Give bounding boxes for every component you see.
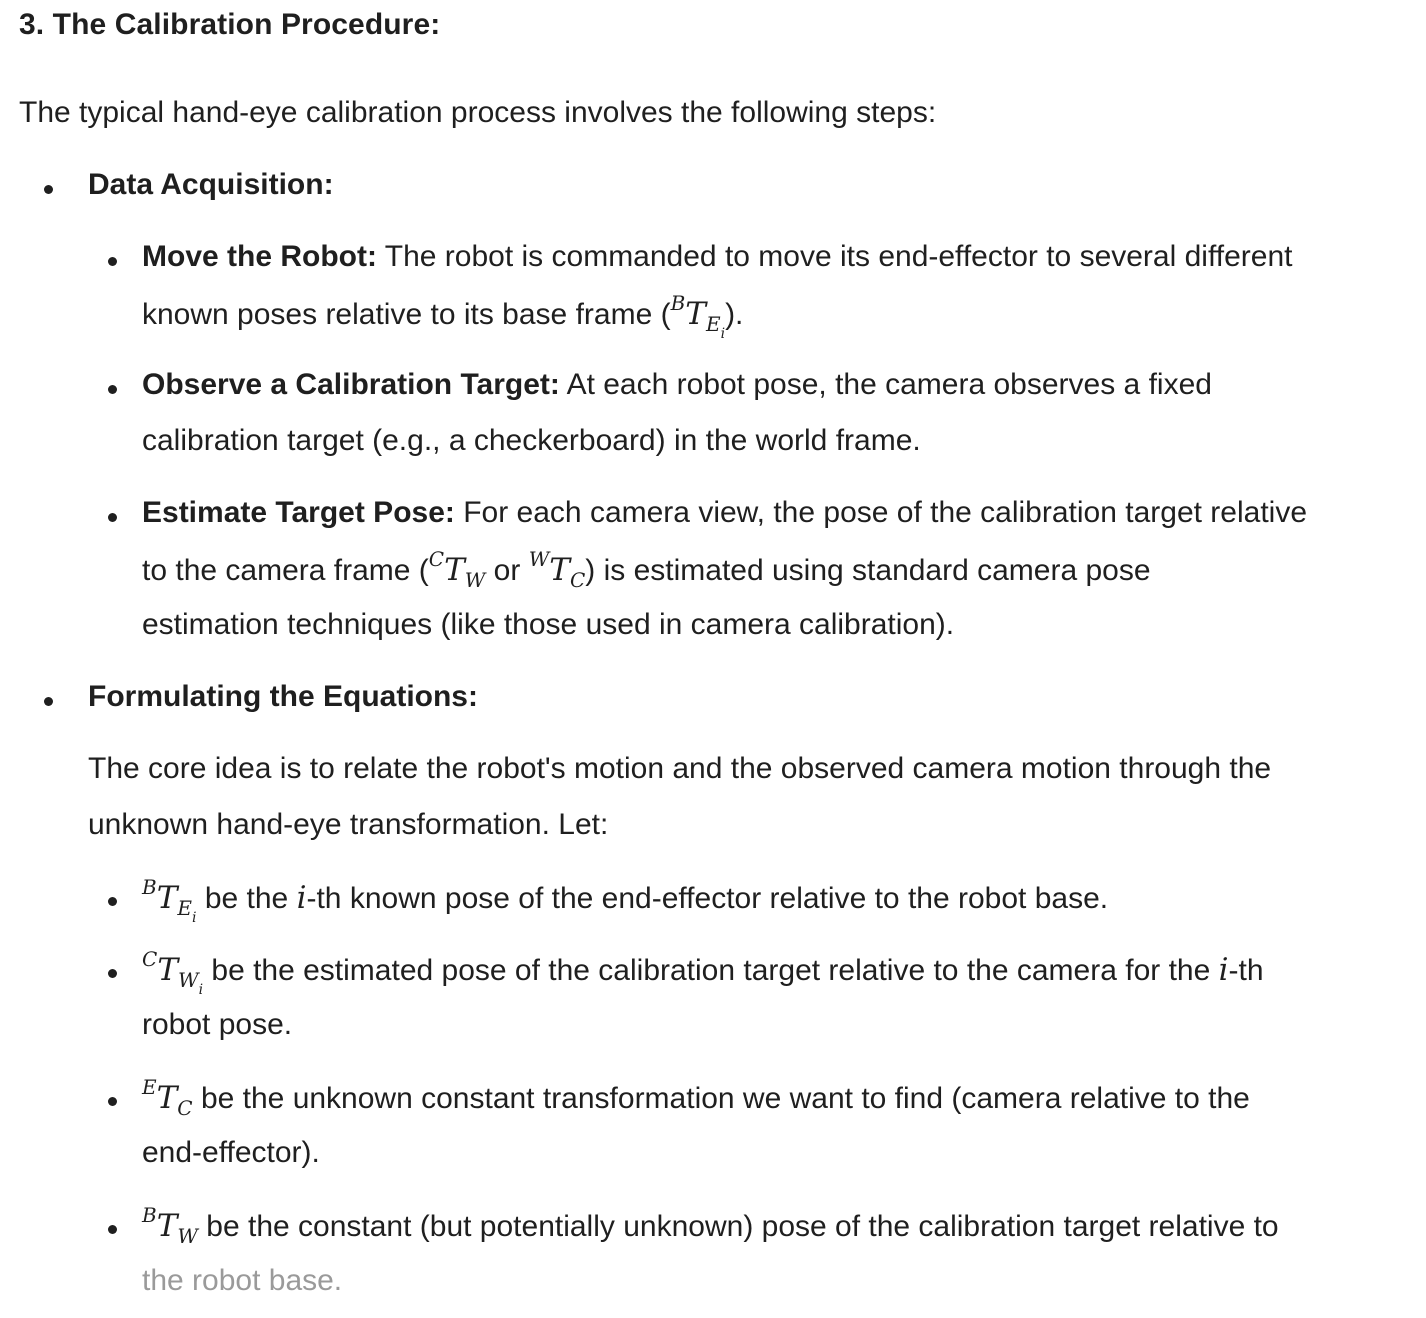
- formulating-label: Formulating the Equations:: [88, 680, 478, 713]
- bullet-dot: [108, 897, 117, 906]
- math-base: T: [549, 552, 570, 588]
- bullet-dot: [44, 697, 53, 706]
- list-item-e-t-c: ETC be the unknown constant transformati…: [142, 1077, 1250, 1118]
- formula-c-t-wi: CTWi: [142, 949, 203, 997]
- math-i: i: [296, 880, 307, 916]
- list-item-move-robot-line2: known poses relative to its base frame (…: [142, 293, 744, 341]
- formulating-para-line2: unknown hand-eye transformation. Let:: [88, 808, 609, 841]
- bullet-dot: [108, 1225, 117, 1234]
- section-heading: 3. The Calibration Procedure:: [19, 8, 441, 41]
- math-sup: B: [670, 291, 686, 315]
- item-text: be the: [196, 882, 297, 915]
- math-sup: B: [142, 1203, 157, 1227]
- math-base: T: [444, 552, 465, 588]
- list-item-e-t-c-line2: end-effector).: [142, 1136, 320, 1169]
- item-text: -th: [1228, 954, 1264, 987]
- math-sub: C: [569, 568, 586, 592]
- bullet-dot: [108, 1097, 117, 1106]
- math-sub-text: E: [705, 312, 721, 336]
- list-item-b-t-w: BTW be the constant (but potentially unk…: [142, 1205, 1279, 1246]
- item-text: be the estimated pose of the calibration…: [203, 954, 1219, 987]
- item-text: be the unknown constant transformation w…: [192, 1082, 1250, 1115]
- formula-b-t-ei: BTEi: [142, 877, 196, 925]
- move-robot-label: Move the Robot:: [142, 240, 377, 273]
- math-sup: E: [142, 1075, 157, 1099]
- math-sub: W: [464, 568, 486, 592]
- math-base: T: [685, 296, 706, 332]
- estimate-label: Estimate Target Pose:: [142, 496, 455, 529]
- list-item-observe-line2: calibration target (e.g., a checkerboard…: [142, 424, 921, 457]
- list-item-observe-line1: Observe a Calibration Target: At each ro…: [142, 368, 1212, 402]
- math-base: T: [157, 952, 178, 988]
- math-subsub: i: [720, 326, 726, 342]
- observe-label: Observe a Calibration Target:: [142, 368, 560, 401]
- formula-w-t-c: WTC: [529, 549, 586, 590]
- math-sup: W: [528, 547, 550, 571]
- math-sub: Ei: [177, 896, 196, 925]
- math-subsub: i: [192, 910, 197, 926]
- math-base: T: [156, 880, 178, 916]
- formula-b-t-ei: BTEi: [671, 293, 725, 341]
- list-item-estimate-line2: to the camera frame (CTW or WTC) is esti…: [142, 549, 1151, 590]
- move-robot-text: The robot is commanded to move its end-e…: [376, 240, 1293, 273]
- list-item-c-t-wi-line2: robot pose.: [142, 1008, 293, 1041]
- intro-text: The typical hand-eye calibration process…: [19, 96, 937, 129]
- estimate-text-3: ) is estimated using standard camera pos…: [585, 554, 1151, 587]
- observe-text: At each robot pose, the camera observes …: [559, 368, 1212, 401]
- math-sub: W: [177, 1224, 198, 1248]
- bullet-dot: [108, 513, 117, 522]
- math-i: i: [1218, 952, 1229, 988]
- list-item-c-t-wi: CTWi be the estimated pose of the calibr…: [142, 949, 1264, 997]
- bullet-dot: [108, 969, 117, 978]
- item-text: -th known pose of the end-effector relat…: [306, 882, 1109, 915]
- math-sup: B: [142, 875, 157, 899]
- math-sub-text: E: [177, 896, 192, 920]
- math-base: T: [156, 1208, 178, 1244]
- bullet-dot: [108, 385, 117, 394]
- data-acquisition-label: Data Acquisition:: [88, 168, 334, 201]
- list-item-b-t-w-line2: the robot base.: [142, 1264, 343, 1297]
- math-sup: C: [428, 547, 445, 571]
- bullet-dot: [108, 257, 117, 266]
- list-item-move-robot-line1: Move the Robot: The robot is commanded t…: [142, 240, 1292, 274]
- math-sub: Wi: [178, 968, 203, 997]
- math-subsub: i: [198, 982, 204, 998]
- list-item-b-t-ei: BTEi be the i-th known pose of the end-e…: [142, 877, 1109, 925]
- math-sub-text: W: [178, 968, 199, 992]
- math-sub: C: [177, 1096, 193, 1120]
- formula-c-t-w: CTW: [429, 549, 486, 590]
- list-item-estimate-line3: estimation techniques (like those used i…: [142, 608, 955, 641]
- estimate-text: For each camera view, the pose of the ca…: [454, 496, 1308, 529]
- estimate-text-2: to the camera frame (: [142, 554, 429, 587]
- document-page: 3. The Calibration Procedure: The typica…: [0, 0, 1426, 1318]
- formula-e-t-c: ETC: [142, 1077, 193, 1118]
- math-base: T: [156, 1080, 178, 1116]
- bullet-dot: [44, 185, 53, 194]
- list-item-estimate-line1: Estimate Target Pose: For each camera vi…: [142, 496, 1307, 530]
- item-text: be the constant (but potentially unknown…: [197, 1210, 1279, 1243]
- formulating-para-line1: The core idea is to relate the robot's m…: [88, 752, 1272, 785]
- estimate-or: or: [485, 554, 529, 587]
- formula-b-t-w: BTW: [142, 1205, 198, 1246]
- math-sub: Ei: [705, 312, 725, 341]
- move-robot-text-2: known poses relative to its base frame (: [142, 298, 671, 331]
- move-robot-text-3: ).: [725, 298, 744, 331]
- math-sup: C: [142, 947, 158, 971]
